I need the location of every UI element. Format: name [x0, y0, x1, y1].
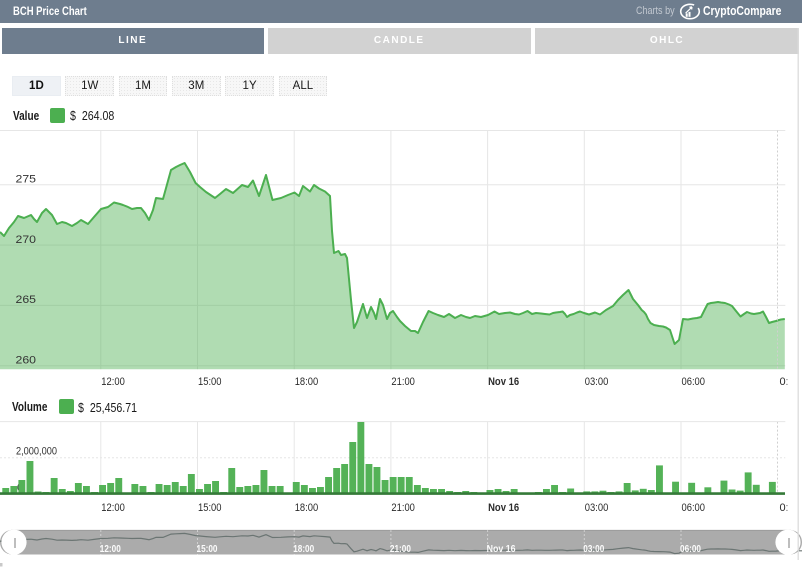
svg-text:265: 265 — [16, 294, 37, 306]
svg-text:06:00: 06:00 — [682, 502, 706, 514]
svg-text:12:00: 12:00 — [100, 543, 121, 555]
svg-text:18:00: 18:00 — [293, 543, 314, 555]
svg-text:Nov 16: Nov 16 — [487, 543, 516, 555]
svg-text:15:00: 15:00 — [198, 502, 222, 514]
svg-text:06:00: 06:00 — [680, 543, 701, 555]
svg-text:21:00: 21:00 — [391, 376, 415, 388]
svg-text:21:00: 21:00 — [390, 543, 411, 555]
svg-text:Nov 16: Nov 16 — [488, 502, 519, 514]
svg-text:18:00: 18:00 — [295, 376, 319, 388]
svg-text:260: 260 — [16, 354, 37, 366]
svg-text:03:00: 03:00 — [585, 376, 609, 388]
svg-text:270: 270 — [16, 234, 37, 246]
svg-text:18:00: 18:00 — [295, 502, 319, 514]
svg-text:12:00: 12:00 — [101, 376, 125, 388]
svg-text:275: 275 — [16, 174, 37, 186]
svg-text:03:00: 03:00 — [583, 543, 604, 555]
svg-text:2,000,000: 2,000,000 — [16, 446, 57, 458]
svg-text:06:00: 06:00 — [682, 376, 706, 388]
svg-text:12:00: 12:00 — [101, 502, 125, 514]
svg-text:Nov 16: Nov 16 — [488, 376, 519, 388]
svg-text:15:00: 15:00 — [197, 543, 218, 555]
svg-text:21:00: 21:00 — [391, 502, 415, 514]
svg-text:15:00: 15:00 — [198, 376, 222, 388]
svg-text:03:00: 03:00 — [585, 502, 609, 514]
